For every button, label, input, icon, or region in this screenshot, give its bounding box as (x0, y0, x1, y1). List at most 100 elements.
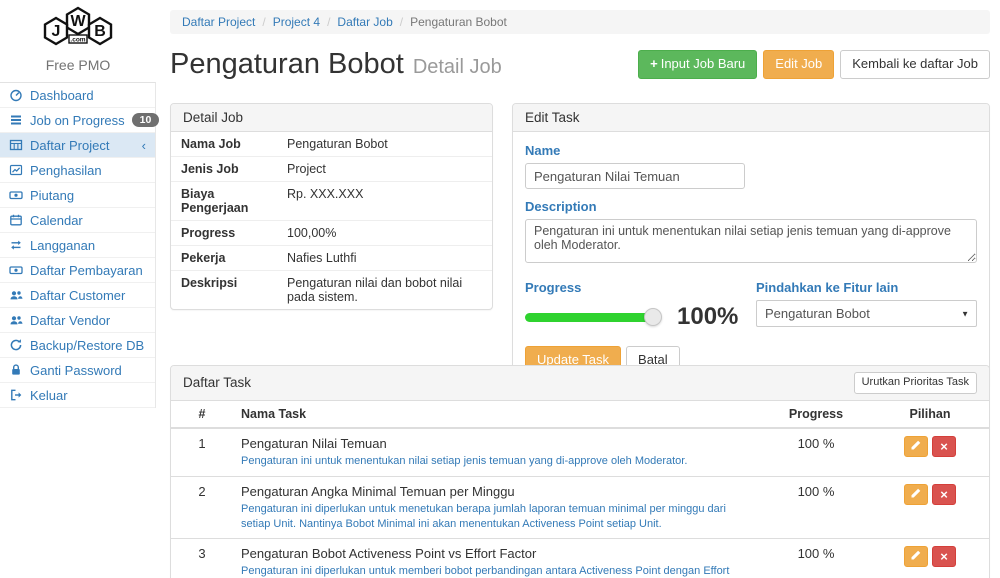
line-chart-icon (9, 163, 23, 177)
breadcrumb-separator: / (327, 15, 330, 29)
pencil-icon (910, 487, 922, 502)
edit-job-button[interactable]: Edit Job (763, 50, 834, 79)
pencil-icon (910, 439, 922, 454)
task-row: 2 Pengaturan Angka Minimal Temuan per Mi… (171, 477, 989, 540)
daftar-task-panel-title: Daftar Task (183, 375, 251, 390)
task-description: Pengaturan ini untuk menentukan nilai se… (241, 454, 753, 469)
urutkan-prioritas-task-button[interactable]: Urutkan Prioritas Task (854, 372, 977, 394)
delete-task-button[interactable]: × (932, 436, 956, 457)
money-icon (9, 188, 23, 202)
move-to-feature-select[interactable]: Pengaturan Bobot (756, 300, 977, 327)
task-row: 1 Pengaturan Nilai Temuan Pengaturan ini… (171, 429, 989, 477)
sidebar-item-job-on-progress[interactable]: Job on Progress 10 (0, 108, 155, 133)
page-header: Pengaturan Bobot Detail Job +Input Job B… (170, 48, 990, 81)
task-description-textarea[interactable]: Pengaturan ini untuk menentukan nilai se… (525, 219, 977, 263)
sidebar-item-label: Piutang (30, 188, 74, 203)
task-table-header: # Nama Task Progress Pilihan (171, 401, 989, 429)
name-label: Name (525, 143, 977, 158)
sidebar-item-label: Ganti Password (30, 363, 122, 378)
table-icon (9, 138, 23, 152)
progress-slider[interactable] (525, 313, 653, 322)
column-nama-task: Nama Task (233, 401, 761, 427)
edit-task-panel: Edit Task Name Description Pengaturan in… (512, 103, 990, 389)
daftar-task-panel: Daftar Task Urutkan Prioritas Task # Nam… (170, 365, 990, 578)
sign-out-icon (9, 388, 23, 402)
progress-percent-value: 100% (677, 303, 738, 331)
sidebar-item-daftar-pembayaran[interactable]: Daftar Pembayaran (0, 258, 155, 283)
tasks-icon (9, 113, 23, 127)
task-num: 2 (171, 477, 233, 506)
sidebar-item-label: Daftar Pembayaran (30, 263, 143, 278)
progress-slider-thumb[interactable] (644, 308, 662, 326)
users-icon (9, 288, 23, 302)
close-icon: × (940, 440, 948, 453)
progress-label: Progress (525, 280, 756, 295)
sidebar-nav: Dashboard Job on Progress 10 Daftar Proj… (0, 82, 156, 408)
sidebar-item-langganan[interactable]: Langganan (0, 233, 155, 258)
sidebar: W J B .com Free PMO Dashboard (0, 0, 156, 408)
task-num: 1 (171, 429, 233, 458)
task-description: Pengaturan ini diperlukan untuk menetuka… (241, 502, 753, 532)
breadcrumb-project-4[interactable]: Project 4 (273, 15, 320, 29)
breadcrumb-separator: / (400, 15, 403, 29)
chevron-left-icon: ‹ (142, 138, 146, 153)
sidebar-item-label: Backup/Restore DB (30, 338, 144, 353)
delete-task-button[interactable]: × (932, 484, 956, 505)
detail-row: PekerjaNafies Luthfi (171, 246, 492, 271)
edit-task-panel-title: Edit Task (513, 104, 989, 132)
sidebar-item-label: Keluar (30, 388, 68, 403)
task-name-input[interactable] (525, 163, 745, 189)
lock-icon (9, 363, 23, 377)
breadcrumb-daftar-job[interactable]: Daftar Job (337, 15, 392, 29)
refresh-icon (9, 338, 23, 352)
breadcrumb: Daftar Project / Project 4 / Daftar Job … (170, 10, 990, 34)
detail-row: Biaya PengerjaanRp. XXX.XXX (171, 182, 492, 221)
sidebar-item-keluar[interactable]: Keluar (0, 383, 155, 408)
kembali-ke-daftar-job-button[interactable]: Kembali ke daftar Job (840, 50, 990, 79)
svg-text:.com: .com (70, 37, 85, 44)
exchange-icon (9, 238, 23, 252)
input-job-baru-button[interactable]: +Input Job Baru (638, 50, 757, 79)
sidebar-item-daftar-project[interactable]: Daftar Project ‹ (0, 133, 155, 158)
column-pilihan: Pilihan (871, 401, 989, 427)
brand: W J B .com Free PMO (0, 0, 156, 73)
breadcrumb-daftar-project[interactable]: Daftar Project (182, 15, 255, 29)
sidebar-item-daftar-vendor[interactable]: Daftar Vendor (0, 308, 155, 333)
edit-task-button[interactable] (904, 436, 928, 457)
sidebar-item-calendar[interactable]: Calendar (0, 208, 155, 233)
column-num: # (171, 401, 233, 427)
detail-job-table: Nama JobPengaturan Bobot Jenis JobProjec… (171, 132, 492, 309)
sidebar-item-dashboard[interactable]: Dashboard (0, 83, 155, 108)
sidebar-item-ganti-password[interactable]: Ganti Password (0, 358, 155, 383)
sidebar-item-label: Daftar Customer (30, 288, 125, 303)
detail-row: DeskripsiPengaturan nilai dan bobot nila… (171, 271, 492, 309)
detail-row: Jenis JobProject (171, 157, 492, 182)
sidebar-item-daftar-customer[interactable]: Daftar Customer (0, 283, 155, 308)
svg-text:B: B (94, 23, 106, 40)
description-label: Description (525, 199, 977, 214)
edit-task-button[interactable] (904, 546, 928, 567)
sidebar-item-label: Penghasilan (30, 163, 102, 178)
page-title: Pengaturan Bobot (170, 48, 404, 81)
task-progress: 100 % (761, 429, 871, 458)
sidebar-item-backup-restore[interactable]: Backup/Restore DB (0, 333, 155, 358)
jwb-logo-icon: W J B .com (34, 35, 122, 52)
job-count-badge: 10 (132, 113, 160, 128)
delete-task-button[interactable]: × (932, 546, 956, 567)
dashboard-icon (9, 88, 23, 102)
move-to-feature-label: Pindahkan ke Fitur lain (756, 280, 977, 295)
sidebar-item-label: Daftar Vendor (30, 313, 110, 328)
sidebar-item-label: Langganan (30, 238, 95, 253)
breadcrumb-current: Pengaturan Bobot (410, 15, 507, 29)
sidebar-item-piutang[interactable]: Piutang (0, 183, 155, 208)
task-num: 3 (171, 539, 233, 568)
edit-task-button[interactable] (904, 484, 928, 505)
task-row: 3 Pengaturan Bobot Activeness Point vs E… (171, 539, 989, 578)
app-name: Free PMO (0, 57, 156, 73)
sidebar-item-penghasilan[interactable]: Penghasilan (0, 158, 155, 183)
calendar-icon (9, 213, 23, 227)
close-icon: × (940, 488, 948, 501)
task-progress: 100 % (761, 539, 871, 568)
task-name: Pengaturan Angka Minimal Temuan per Ming… (241, 484, 753, 499)
detail-job-panel-title: Detail Job (171, 104, 492, 132)
